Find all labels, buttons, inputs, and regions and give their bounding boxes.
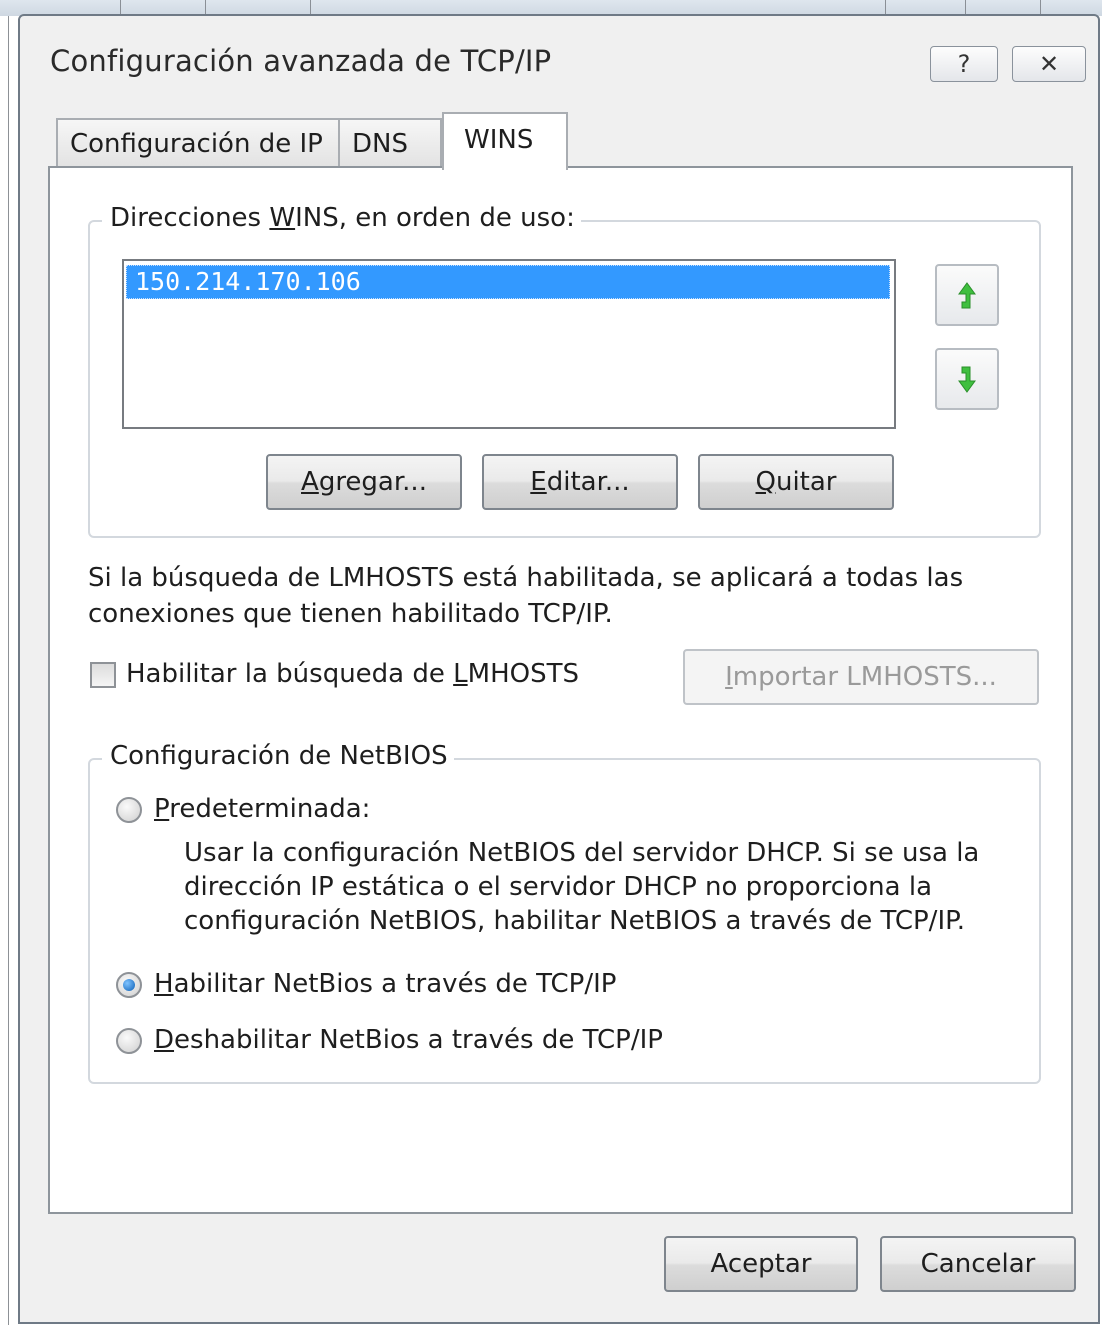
lmhosts-checkbox-label: Habilitar la búsqueda de LMHOSTS [126, 659, 579, 689]
netbios-default-desc-line1: Usar la configuración NetBIOS del servid… [184, 838, 980, 868]
netbios-default-label: Predeterminada: [154, 794, 371, 824]
netbios-group-label: Configuración de NetBIOS [102, 741, 454, 771]
dialog-title: Configuración avanzada de TCP/IP [50, 44, 552, 78]
import-lmhosts-button[interactable]: Importar LMHOSTS... [683, 649, 1039, 705]
remove-button[interactable]: Quitar [698, 454, 894, 510]
close-icon: ✕ [1038, 50, 1060, 78]
netbios-enable-radio[interactable] [116, 972, 142, 998]
arrow-down-icon [958, 366, 976, 393]
netbios-disable-label: Deshabilitar NetBios a través de TCP/IP [154, 1025, 663, 1055]
background-window-edge [0, 16, 9, 1325]
netbios-default-radio[interactable] [116, 797, 142, 823]
close-button[interactable]: ✕ [1012, 46, 1086, 82]
help-button[interactable]: ? [930, 46, 998, 82]
arrow-up-icon [958, 282, 976, 309]
tab-dns[interactable]: DNS [338, 118, 442, 168]
netbios-enable-label: Habilitar NetBios a través de TCP/IP [154, 969, 617, 999]
add-button[interactable]: Agregar... [266, 454, 462, 510]
move-down-button[interactable] [935, 348, 999, 410]
ok-button[interactable]: Aceptar [664, 1236, 858, 1292]
wins-addresses-label: Direcciones WINS, en orden de uso: [102, 203, 581, 233]
lmhosts-checkbox[interactable] [90, 662, 116, 688]
lmhosts-info-line2: conexiones que tienen habilitado TCP/IP. [88, 599, 613, 629]
tab-ip-config[interactable]: Configuración de IP [56, 118, 340, 168]
cancel-button[interactable]: Cancelar [880, 1236, 1076, 1292]
help-icon: ? [957, 50, 971, 78]
tab-wins[interactable]: WINS [442, 112, 568, 170]
move-up-button[interactable] [935, 264, 999, 326]
netbios-default-desc-line2: dirección IP estática o el servidor DHCP… [184, 872, 932, 902]
list-item[interactable]: 150.214.170.106 [126, 265, 890, 299]
netbios-default-desc-line3: configuración NetBIOS, habilitar NetBIOS… [184, 906, 966, 936]
netbios-disable-radio[interactable] [116, 1028, 142, 1054]
edit-button[interactable]: Editar... [482, 454, 678, 510]
lmhosts-info-line1: Si la búsqueda de LMHOSTS está habilitad… [88, 563, 964, 593]
